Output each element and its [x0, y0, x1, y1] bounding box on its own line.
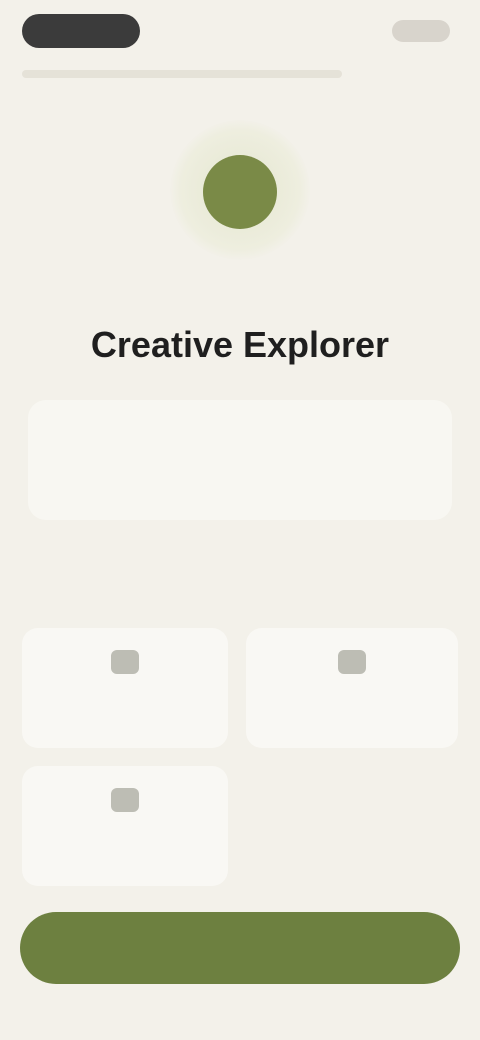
category-icon	[338, 650, 366, 674]
header-pill-right[interactable]	[392, 20, 450, 42]
category-card-2[interactable]	[246, 628, 458, 748]
top-bar	[0, 0, 480, 64]
category-card-1[interactable]	[22, 628, 228, 748]
description-card	[28, 400, 452, 520]
category-icon	[111, 788, 139, 812]
header-pill-left[interactable]	[22, 14, 140, 48]
primary-cta-button[interactable]	[20, 912, 460, 984]
header-divider	[22, 70, 342, 78]
page-title: Creative Explorer	[90, 324, 390, 365]
category-icon	[111, 650, 139, 674]
category-card-3[interactable]	[22, 766, 228, 886]
hero-icon	[203, 155, 277, 229]
